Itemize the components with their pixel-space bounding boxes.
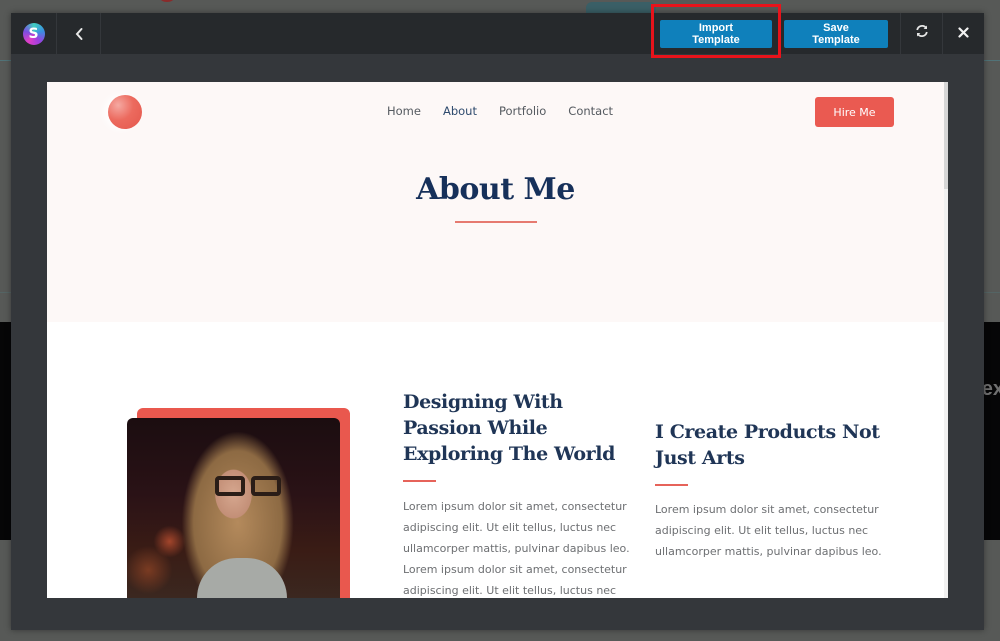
save-template-button[interactable]: Save Template	[784, 19, 888, 48]
photo-detail	[197, 558, 287, 598]
section-text: Lorem ipsum dolor sit amet, consectetur …	[403, 500, 630, 597]
template-preview-frame: Home About Portfolio Contact Hire Me Abo…	[47, 82, 948, 598]
hero-section: Home About Portfolio Contact Hire Me Abo…	[47, 82, 944, 322]
modal-toolbar: S Import Template Save Template	[11, 4, 984, 58]
title-underline	[455, 221, 537, 223]
refresh-icon	[915, 24, 929, 43]
background-decoration	[160, 0, 174, 2]
chevron-left-icon	[74, 27, 84, 41]
site-nav: Home About Portfolio Contact	[387, 104, 613, 118]
nav-item-home[interactable]: Home	[387, 104, 421, 118]
close-button[interactable]	[942, 13, 984, 54]
heading-accent-line	[655, 484, 688, 486]
import-template-button[interactable]: Import Template	[660, 19, 772, 48]
back-button[interactable]	[57, 13, 101, 54]
close-icon	[958, 25, 969, 43]
background-text: ex	[981, 378, 1000, 400]
photo-detail	[215, 476, 285, 496]
hire-me-button[interactable]: Hire Me	[815, 97, 894, 127]
page-title: About Me	[416, 172, 575, 207]
nav-item-about[interactable]: About	[443, 104, 477, 118]
refresh-button[interactable]	[900, 13, 942, 54]
section-heading: Designing With Passion While Exploring T…	[403, 391, 615, 465]
nav-item-portfolio[interactable]: Portfolio	[499, 104, 546, 118]
profile-photo	[127, 418, 340, 598]
preview-scrollbar-thumb[interactable]	[944, 82, 948, 189]
nav-item-contact[interactable]: Contact	[568, 104, 613, 118]
app-logo-icon: S	[22, 22, 45, 45]
section-heading: I Create Products Not Just Arts	[655, 421, 880, 469]
preview-scrollbar[interactable]	[944, 82, 948, 598]
site-logo[interactable]	[108, 95, 142, 129]
section-text: Lorem ipsum dolor sit amet, consectetur …	[655, 503, 882, 558]
app-logo: S	[11, 13, 57, 54]
template-preview-modal: S Import Template Save Template Home Abo…	[11, 4, 984, 630]
heading-accent-line	[403, 480, 436, 482]
